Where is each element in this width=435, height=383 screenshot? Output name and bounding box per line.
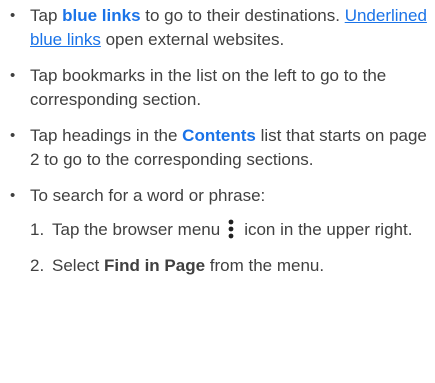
item-text: to go to their destinations. (140, 6, 345, 25)
step-item: 2. Select Find in Page from the menu. (30, 254, 427, 278)
step-text: Select (52, 256, 104, 275)
help-instructions: • Tap blue links to go to their destinat… (0, 0, 435, 383)
bullet-icon: • (10, 127, 16, 144)
list-item-contents: • Tap headings in the Contents list that… (8, 124, 427, 172)
step-number: 1. (30, 220, 45, 239)
step-text: Tap the browser menu (52, 220, 221, 239)
contents-link[interactable]: Contents (182, 126, 256, 145)
instruction-list: • Tap blue links to go to their destinat… (8, 4, 427, 278)
step-number: 2. (30, 256, 45, 275)
blue-links-link[interactable]: blue links (62, 6, 140, 25)
list-item-search: • To search for a word or phrase: 1. Tap… (8, 184, 427, 278)
step-item: 1. Tap the browser menu icon in the upper… (30, 218, 427, 242)
bullet-icon: • (10, 7, 16, 24)
find-in-page-label: Find in Page (103, 256, 206, 275)
list-item-blue-links: • Tap blue links to go to their destinat… (8, 4, 427, 52)
bullet-icon: • (10, 67, 16, 84)
search-steps: 1. Tap the browser menu icon in the upper… (30, 218, 427, 278)
step-text: from the menu. (205, 256, 325, 275)
bullet-icon: • (10, 187, 16, 204)
more-vertical-icon (228, 219, 234, 239)
item-text: open external websites. (100, 30, 285, 49)
item-text: Tap bookmarks in the list on the left to… (30, 66, 387, 109)
item-text: Tap headings in the (30, 126, 183, 145)
item-text: Tap (30, 6, 63, 25)
item-text: To search for a word or phrase: (30, 186, 266, 205)
list-item-bookmarks: • Tap bookmarks in the list on the left … (8, 64, 427, 112)
step-text: icon in the upper right. (244, 220, 413, 239)
